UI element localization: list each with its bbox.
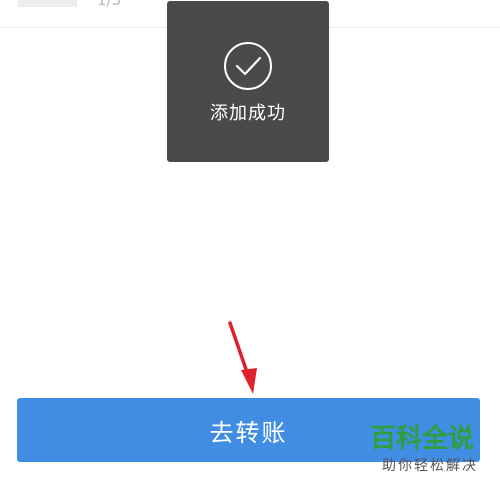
watermark-title: 百科全说 (370, 424, 475, 454)
watermark-subtitle: 助你轻松解决 (382, 458, 478, 474)
success-toast: 添加成功 (167, 1, 329, 162)
toast-message: 添加成功 (210, 103, 286, 124)
avatar-placeholder (18, 0, 77, 7)
checkmark-circle-icon (224, 42, 272, 90)
row-count-text: 1/3 (97, 0, 122, 9)
watermark-logo: 百科全说 助你轻松解决 (370, 424, 492, 484)
red-arrow-icon (228, 321, 257, 394)
